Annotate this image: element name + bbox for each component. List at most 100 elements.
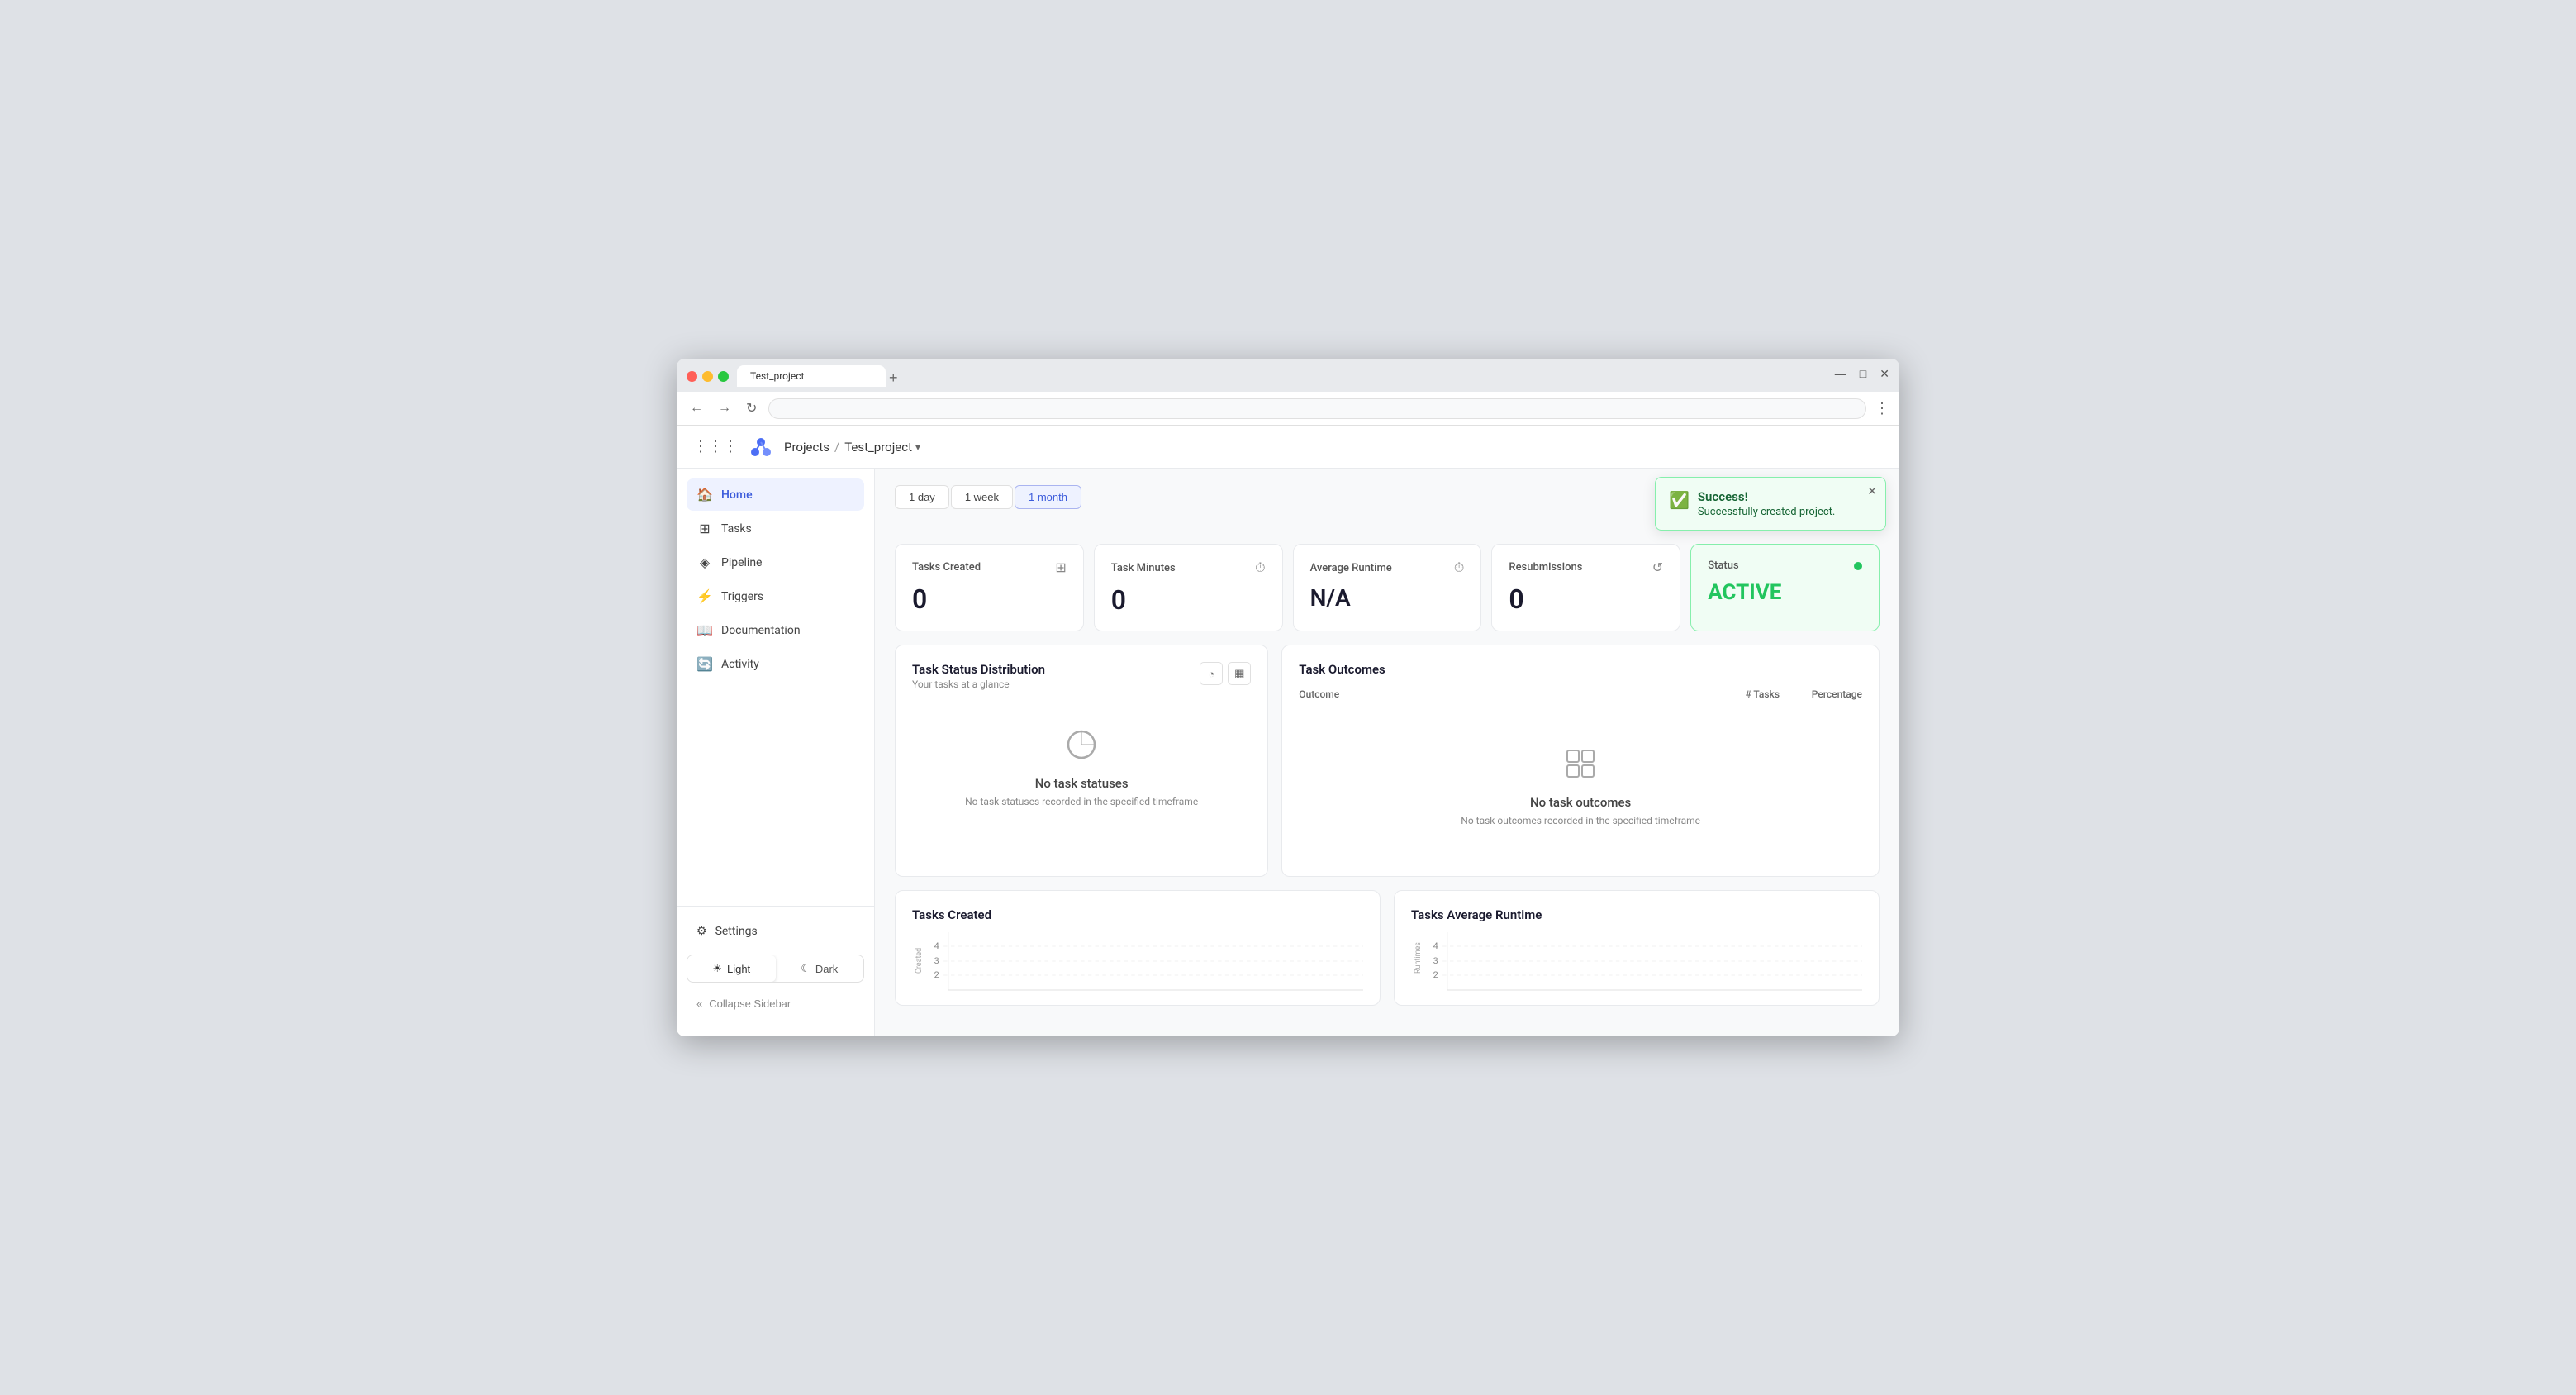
task-outcomes-card: Task Outcomes Outcome # Tasks Percentage <box>1281 645 1880 877</box>
charts-row: Task Status Distribution Your tasks at a… <box>895 645 1880 877</box>
grid-icon: ⊞ <box>1055 559 1066 575</box>
documentation-icon: 📖 <box>696 622 713 638</box>
tasks-avg-runtime-chart-title: Tasks Average Runtime <box>1411 907 1862 922</box>
sidebar-item-triggers[interactable]: ⚡ Triggers <box>687 580 864 612</box>
window-maximize-button[interactable] <box>718 371 729 382</box>
light-theme-button[interactable]: ☀ Light <box>687 955 776 982</box>
window-minimize-ctrl[interactable]: — <box>1835 367 1846 381</box>
light-label: Light <box>727 963 750 975</box>
sidebar-item-label: Tasks <box>721 522 752 536</box>
pipeline-icon: ◈ <box>696 555 713 570</box>
svg-text:3: 3 <box>934 955 939 965</box>
stat-value-task-minutes: 0 <box>1111 584 1266 616</box>
tasks-avg-runtime-chart: 4 3 2 Runtimes <box>1411 932 1862 998</box>
toast-message: Successfully created project. <box>1698 506 1835 518</box>
task-outcomes-title: Task Outcomes <box>1299 662 1385 677</box>
success-toast: ✅ Success! Successfully created project.… <box>1655 477 1886 531</box>
empty-pie-icon <box>1065 728 1098 768</box>
toast-close-button[interactable]: ✕ <box>1867 484 1877 498</box>
outcomes-table-header: Outcome # Tasks Percentage <box>1299 682 1862 707</box>
sidebar: 🏠 Home ⊞ Tasks ◈ Pipeline ⚡ Triggers <box>677 469 875 1036</box>
reload-button[interactable]: ↻ <box>743 397 760 420</box>
svg-text:3: 3 <box>1433 955 1438 965</box>
window-close-button[interactable] <box>687 371 697 382</box>
theme-toggle: ☀ Light ☾ Dark <box>687 955 864 983</box>
triggers-icon: ⚡ <box>696 588 713 604</box>
sidebar-item-label: Documentation <box>721 624 801 637</box>
sidebar-item-documentation[interactable]: 📖 Documentation <box>687 614 864 646</box>
tab-title: Test_project <box>750 370 804 382</box>
time-filter-1week[interactable]: 1 week <box>951 485 1013 509</box>
stat-title-avg-runtime: Average Runtime <box>1310 562 1392 574</box>
stats-row: Tasks Created ⊞ 0 Task Minutes ⏱ 0 <box>895 544 1880 631</box>
address-bar[interactable] <box>768 398 1866 419</box>
refresh-icon: ↺ <box>1652 559 1663 575</box>
window-restore-ctrl[interactable]: □ <box>1860 367 1866 381</box>
outcome-col-tasks: # Tasks <box>1697 688 1780 700</box>
forward-button[interactable]: → <box>715 398 734 419</box>
sidebar-settings[interactable]: ⚙ Settings <box>687 917 864 946</box>
sidebar-item-pipeline[interactable]: ◈ Pipeline <box>687 546 864 578</box>
task-status-dist-subtitle: Your tasks at a glance <box>912 678 1045 690</box>
task-status-empty-state: No task statuses No task statuses record… <box>912 695 1251 840</box>
clock-icon: ⏱ <box>1255 559 1265 576</box>
home-icon: 🏠 <box>696 487 713 502</box>
bar-chart-icon-button[interactable]: ▦ <box>1228 662 1251 685</box>
new-tab-button[interactable]: + <box>886 369 901 387</box>
main-content: ✅ Success! Successfully created project.… <box>875 469 1899 1036</box>
sidebar-item-label: Home <box>721 488 753 502</box>
svg-text:4: 4 <box>934 940 939 950</box>
stat-value-tasks-created: 0 <box>912 583 1067 615</box>
task-status-empty-title: No task statuses <box>1035 776 1129 791</box>
sidebar-item-tasks[interactable]: ⊞ Tasks <box>687 512 864 545</box>
sidebar-item-label: Pipeline <box>721 556 763 569</box>
sidebar-item-label: Triggers <box>721 590 763 603</box>
tasks-created-chart-title: Tasks Created <box>912 907 1363 922</box>
stat-value-avg-runtime: N/A <box>1310 584 1465 612</box>
task-outcomes-empty-title: No task outcomes <box>1530 795 1631 810</box>
app-logo <box>748 434 774 460</box>
back-button[interactable]: ← <box>687 398 706 419</box>
collapse-sidebar-button[interactable]: « Collapse Sidebar <box>687 991 801 1016</box>
tasks-avg-runtime-chart-card: Tasks Average Runtime 4 3 2 Runtimes <box>1394 890 1880 1006</box>
sidebar-item-home[interactable]: 🏠 Home <box>687 478 864 511</box>
svg-text:Runtimes: Runtimes <box>1414 942 1423 974</box>
browser-tab[interactable]: Test_project <box>737 365 886 387</box>
time-filter-1day[interactable]: 1 day <box>895 485 949 509</box>
time-filter-1month[interactable]: 1 month <box>1015 485 1081 509</box>
status-dot-icon <box>1854 562 1862 570</box>
settings-label: Settings <box>715 925 758 938</box>
window-close-ctrl[interactable]: ✕ <box>1880 367 1889 381</box>
tasks-created-chart-card: Tasks Created 4 3 2 Created <box>895 890 1381 1006</box>
dark-label: Dark <box>815 963 838 975</box>
stat-card-resubmissions: Resubmissions ↺ 0 <box>1491 544 1680 631</box>
pie-chart-icon-button[interactable]: ◔ <box>1200 662 1223 685</box>
apps-grid-icon[interactable]: ⋮⋮⋮ <box>693 438 738 455</box>
stat-title-status: Status <box>1708 559 1738 572</box>
breadcrumb-projects[interactable]: Projects <box>784 440 829 455</box>
svg-text:2: 2 <box>1433 969 1438 979</box>
sidebar-nav: 🏠 Home ⊞ Tasks ◈ Pipeline ⚡ Triggers <box>677 478 874 906</box>
collapse-icon: « <box>696 997 702 1010</box>
sun-icon: ☀ <box>712 962 722 975</box>
empty-grid-icon <box>1564 747 1597 787</box>
stat-card-tasks-created: Tasks Created ⊞ 0 <box>895 544 1084 631</box>
browser-more-button[interactable]: ⋮ <box>1875 400 1889 417</box>
task-status-empty-msg: No task statuses recorded in the specifi… <box>965 796 1198 807</box>
breadcrumb-separator: / <box>834 440 839 455</box>
success-icon: ✅ <box>1669 490 1690 510</box>
task-status-distribution-card: Task Status Distribution Your tasks at a… <box>895 645 1268 877</box>
tasks-icon: ⊞ <box>696 521 713 536</box>
tasks-created-chart: 4 3 2 Created <box>912 932 1363 998</box>
task-outcomes-empty-state: No task outcomes No task outcomes record… <box>1299 714 1862 859</box>
toast-title: Success! <box>1698 489 1835 504</box>
window-minimize-button[interactable] <box>702 371 713 382</box>
activity-icon: 🔄 <box>696 656 713 672</box>
stat-card-task-minutes: Task Minutes ⏱ 0 <box>1094 544 1283 631</box>
settings-icon: ⚙ <box>696 925 707 938</box>
dark-theme-button[interactable]: ☾ Dark <box>776 955 864 982</box>
task-status-dist-title: Task Status Distribution <box>912 662 1045 677</box>
breadcrumb-project[interactable]: Test_project ▾ <box>844 440 920 455</box>
stat-value-status: ACTIVE <box>1708 580 1862 605</box>
sidebar-item-activity[interactable]: 🔄 Activity <box>687 648 864 680</box>
